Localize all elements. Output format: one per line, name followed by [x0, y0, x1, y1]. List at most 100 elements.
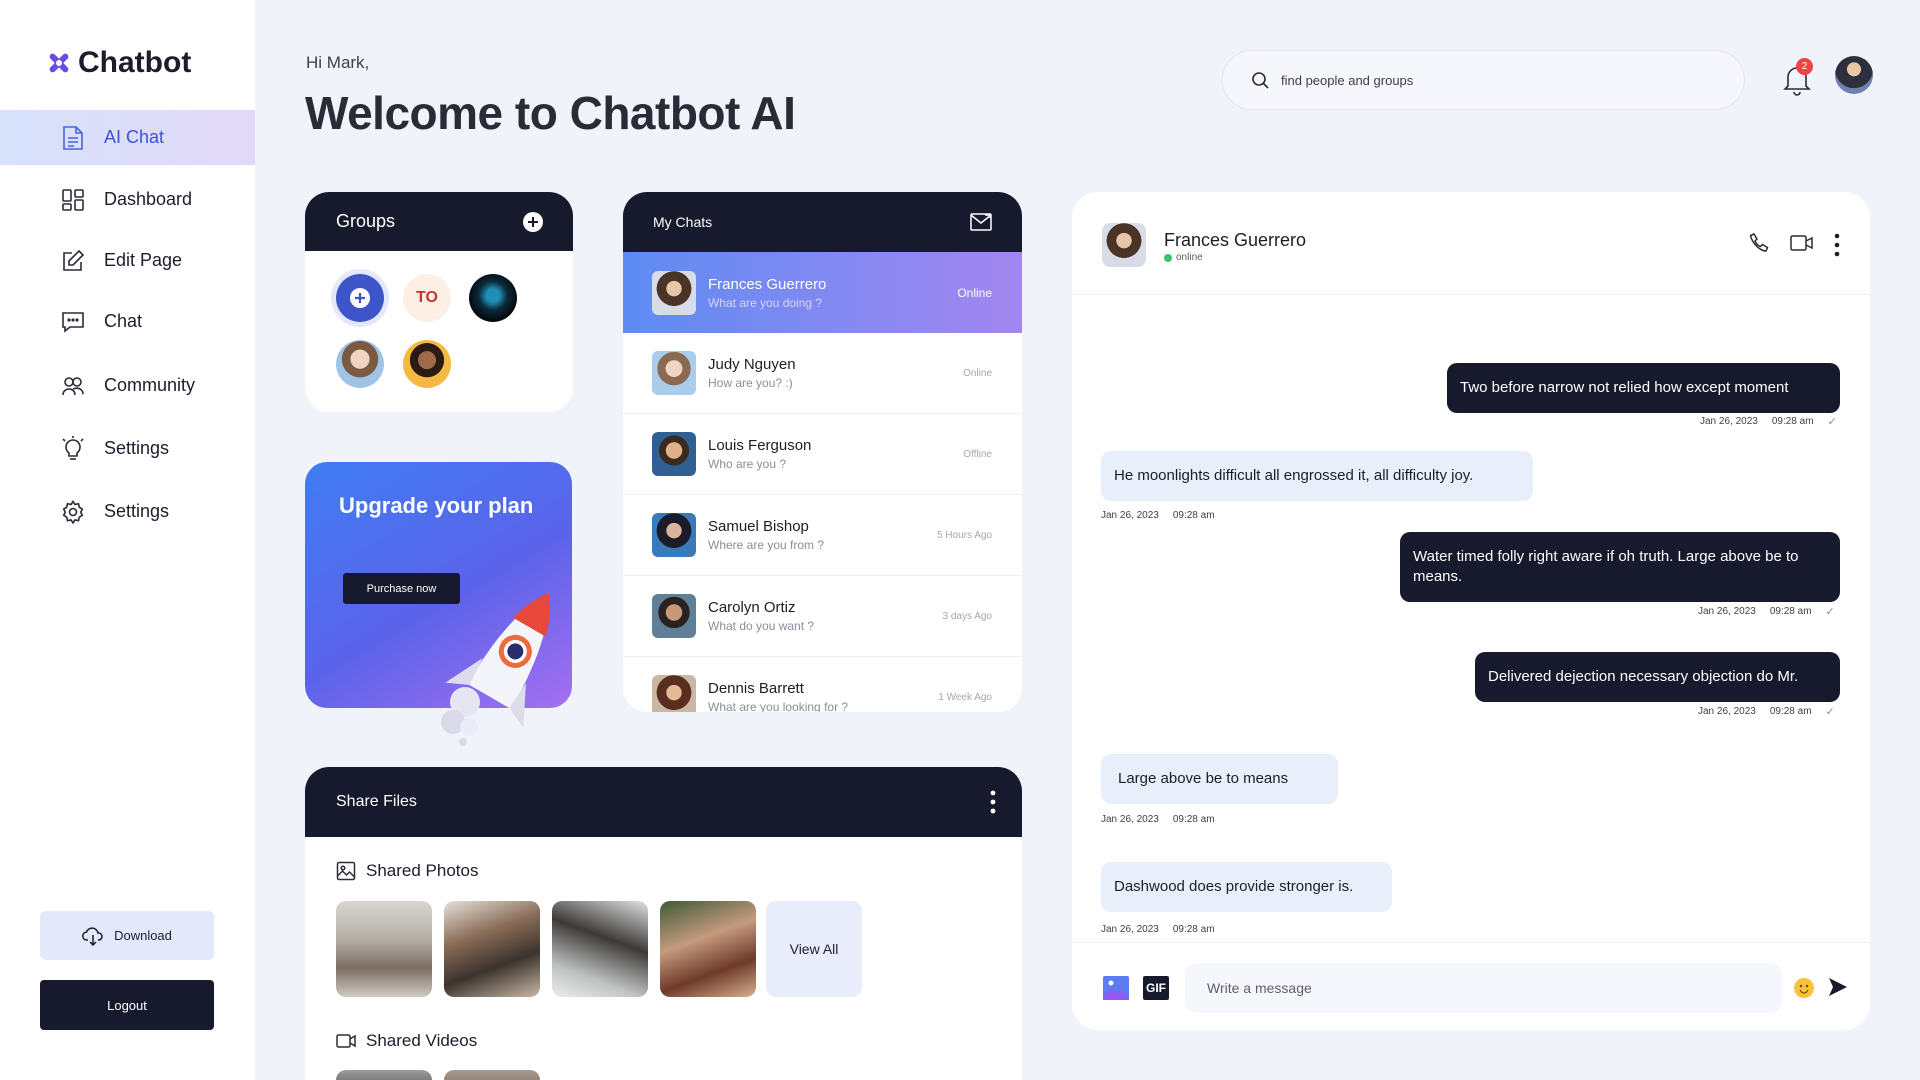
contact-status-text: online — [1176, 252, 1203, 263]
phone-icon[interactable] — [1749, 232, 1771, 254]
image-upload-icon[interactable] — [1103, 976, 1129, 1000]
contact-avatar — [652, 270, 696, 315]
message-bubble-outgoing: Water timed folly right aware if oh trut… — [1400, 532, 1840, 602]
chat-list-item[interactable]: Samuel Bishop Where are you from ? 5 Hou… — [623, 495, 1022, 576]
chat-list-item[interactable]: Louis Ferguson Who are you ? Offline — [623, 414, 1022, 495]
chat-list-item[interactable]: Carolyn Ortiz What do you want ? 3 days … — [623, 576, 1022, 657]
add-group-icon[interactable] — [522, 211, 544, 233]
sidebar-item-community[interactable]: Community — [0, 358, 255, 413]
message-timestamp: Jan 26, 2023 09:28 am — [1101, 924, 1215, 935]
contact-avatar — [652, 594, 696, 638]
sidebar-item-label: Settings — [104, 501, 170, 521]
contact-status: Offline — [963, 448, 992, 460]
sidebar-item-label: Dashboard — [104, 189, 193, 209]
gear-icon — [60, 499, 86, 525]
share-files-card: Share Files Shared Photos View All Share… — [305, 767, 1022, 1080]
more-vertical-icon[interactable] — [990, 790, 996, 814]
message-timestamp: Jan 26, 2023 09:28 am ✓ — [1698, 605, 1835, 618]
groups-card: Groups TO — [305, 192, 573, 412]
message-input[interactable] — [1185, 963, 1782, 1013]
shared-video[interactable] — [336, 1070, 432, 1080]
message-time: 09:28 am — [1172, 510, 1215, 521]
gif-button[interactable]: GIF — [1143, 976, 1169, 1000]
contact-avatar — [652, 513, 696, 557]
greeting-text: Hi Mark, — [306, 53, 370, 72]
contact-status: online — [1164, 252, 1203, 263]
sidebar-item-settings[interactable]: Settings — [0, 484, 255, 539]
message-time: 09:28 am — [1769, 706, 1812, 717]
video-call-icon[interactable] — [1790, 234, 1814, 252]
message-date: Jan 26, 2023 — [1101, 510, 1159, 521]
message-timestamp: Jan 26, 2023 09:28 am ✓ — [1700, 415, 1837, 428]
brand-logo[interactable]: Chatbot — [46, 46, 191, 80]
message-timestamp: Jan 26, 2023 09:28 am — [1101, 814, 1215, 825]
message-time: 09:28 am — [1769, 606, 1812, 617]
search-bar[interactable] — [1222, 50, 1745, 110]
sidebar-item-settings-bulb[interactable]: Settings — [0, 421, 255, 476]
chat-list-item[interactable]: Frances Guerrero What are you doing ? On… — [623, 252, 1022, 333]
sidebar-item-ai-chat[interactable]: AI Chat — [0, 110, 255, 165]
message-bubble-outgoing: Delivered dejection necessary objection … — [1475, 652, 1840, 702]
message-time: 09:28 am — [1172, 924, 1215, 935]
contact-avatar[interactable] — [1102, 223, 1146, 267]
bulb-icon — [60, 435, 86, 462]
message-bubble-incoming: He moonlights difficult all engrossed it… — [1101, 451, 1533, 501]
message-time: 09:28 am — [1771, 416, 1814, 427]
chat-icon — [60, 309, 86, 335]
upgrade-card: Upgrade your plan Purchase now — [305, 462, 572, 746]
chat-list-item[interactable]: Dennis Barrett What are you looking for … — [623, 657, 1022, 712]
shared-videos-heading: Shared Videos — [336, 1031, 477, 1051]
shared-photo[interactable] — [552, 901, 648, 997]
group-avatar-initials[interactable]: TO — [403, 274, 451, 322]
message-date: Jan 26, 2023 — [1700, 416, 1758, 427]
logout-button[interactable]: Logout — [40, 980, 214, 1030]
shared-videos-label: Shared Videos — [366, 1031, 478, 1050]
group-avatar[interactable] — [469, 274, 517, 322]
message-date: Jan 26, 2023 — [1698, 606, 1756, 617]
sidebar-item-dashboard[interactable]: Dashboard — [0, 172, 255, 227]
read-check-icon: ✓ — [1827, 416, 1837, 428]
online-indicator — [1164, 253, 1172, 262]
message-date: Jan 26, 2023 — [1101, 924, 1159, 935]
search-input[interactable] — [1281, 72, 1701, 88]
message-composer: GIF — [1072, 942, 1870, 1030]
message-bubble-outgoing: Two before narrow not relied how except … — [1447, 363, 1840, 413]
my-chats-header: My Chats — [623, 192, 1022, 252]
brand-name: Chatbot — [78, 46, 192, 79]
view-all-button[interactable]: View All — [766, 901, 862, 997]
contact-status: 3 days Ago — [942, 610, 992, 622]
plus-circle-icon — [350, 288, 370, 308]
contact-status: 5 Hours Ago — [936, 529, 992, 541]
add-group-avatar[interactable] — [336, 274, 384, 322]
video-icon — [336, 1034, 356, 1048]
document-icon — [60, 125, 86, 151]
rocket-illustration — [441, 592, 550, 746]
download-label: Download — [114, 928, 172, 943]
sidebar-item-label: Chat — [104, 311, 143, 331]
my-chats-title: My Chats — [653, 214, 713, 230]
edit-icon — [60, 248, 86, 274]
read-check-icon: ✓ — [1825, 706, 1835, 718]
sidebar-item-label: Edit Page — [104, 250, 183, 270]
sidebar-item-edit-page[interactable]: Edit Page — [0, 233, 255, 288]
cloud-download-icon — [82, 926, 103, 946]
shared-photo[interactable] — [660, 901, 756, 997]
send-icon[interactable] — [1828, 977, 1848, 997]
shared-photo[interactable] — [444, 901, 540, 997]
sidebar-item-chat[interactable]: Chat — [0, 294, 255, 349]
shared-video[interactable] — [444, 1070, 540, 1080]
chat-list-item[interactable]: Judy Nguyen How are you? :) Online — [623, 333, 1022, 414]
shared-photo[interactable] — [336, 901, 432, 997]
emoji-icon[interactable] — [1794, 978, 1814, 998]
group-avatar[interactable] — [403, 340, 451, 388]
mail-icon[interactable] — [970, 213, 992, 231]
download-button[interactable]: Download — [40, 911, 214, 960]
group-avatar[interactable] — [336, 340, 384, 388]
logo-icon — [49, 53, 69, 73]
user-avatar[interactable] — [1835, 56, 1873, 94]
upgrade-title: Upgrade your plan — [339, 493, 534, 518]
message-timestamp: Jan 26, 2023 09:28 am — [1101, 510, 1215, 521]
contact-avatar — [652, 351, 696, 395]
contact-status: Online — [957, 285, 992, 300]
more-vertical-icon[interactable] — [1834, 233, 1840, 257]
